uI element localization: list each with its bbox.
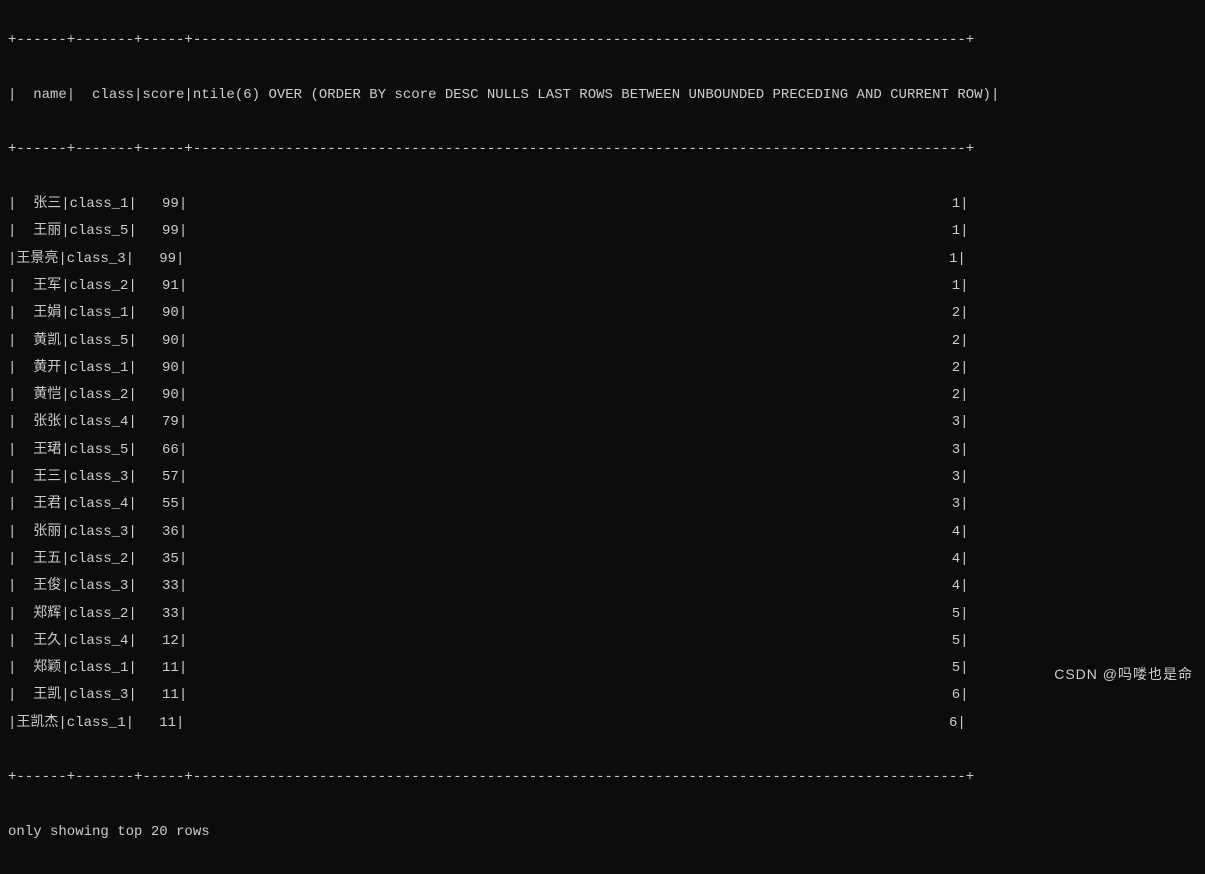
table-row: | 黄恺|class_2| 90| 2| xyxy=(8,382,1197,409)
terminal-output: +------+-------+-----+------------------… xyxy=(0,0,1205,874)
table-border-top: +------+-------+-----+------------------… xyxy=(8,27,1197,54)
table-row: |王景亮|class_3| 99| 1| xyxy=(8,246,1197,273)
footer-text: only showing top 20 rows xyxy=(8,819,1197,846)
table-row: | 王三|class_3| 57| 3| xyxy=(8,464,1197,491)
table-row: | 王君|class_4| 55| 3| xyxy=(8,491,1197,518)
table-row: | 郑颖|class_1| 11| 5| xyxy=(8,655,1197,682)
table-border-mid: +------+-------+-----+------------------… xyxy=(8,136,1197,163)
table-row: | 王凯|class_3| 11| 6| xyxy=(8,682,1197,709)
table-row: | 张三|class_1| 99| 1| xyxy=(8,191,1197,218)
table-row: | 王俊|class_3| 33| 4| xyxy=(8,573,1197,600)
table-row: | 张张|class_4| 79| 3| xyxy=(8,409,1197,436)
table-header-row: | name| class|score|ntile(6) OVER (ORDER… xyxy=(8,82,1197,109)
table-row: | 王久|class_4| 12| 5| xyxy=(8,628,1197,655)
table-row: | 王丽|class_5| 99| 1| xyxy=(8,218,1197,245)
table-row: | 王珺|class_5| 66| 3| xyxy=(8,437,1197,464)
table-row: | 郑辉|class_2| 33| 5| xyxy=(8,601,1197,628)
table-row: | 黄凯|class_5| 90| 2| xyxy=(8,328,1197,355)
table-row: | 王娟|class_1| 90| 2| xyxy=(8,300,1197,327)
table-row: | 王五|class_2| 35| 4| xyxy=(8,546,1197,573)
table-row: |王凯杰|class_1| 11| 6| xyxy=(8,710,1197,737)
watermark: CSDN @吗喽也是命 xyxy=(1054,661,1193,688)
table-row: | 黄开|class_1| 90| 2| xyxy=(8,355,1197,382)
table-row: | 王军|class_2| 91| 1| xyxy=(8,273,1197,300)
table-row: | 张丽|class_3| 36| 4| xyxy=(8,519,1197,546)
table-border-bottom: +------+-------+-----+------------------… xyxy=(8,764,1197,791)
